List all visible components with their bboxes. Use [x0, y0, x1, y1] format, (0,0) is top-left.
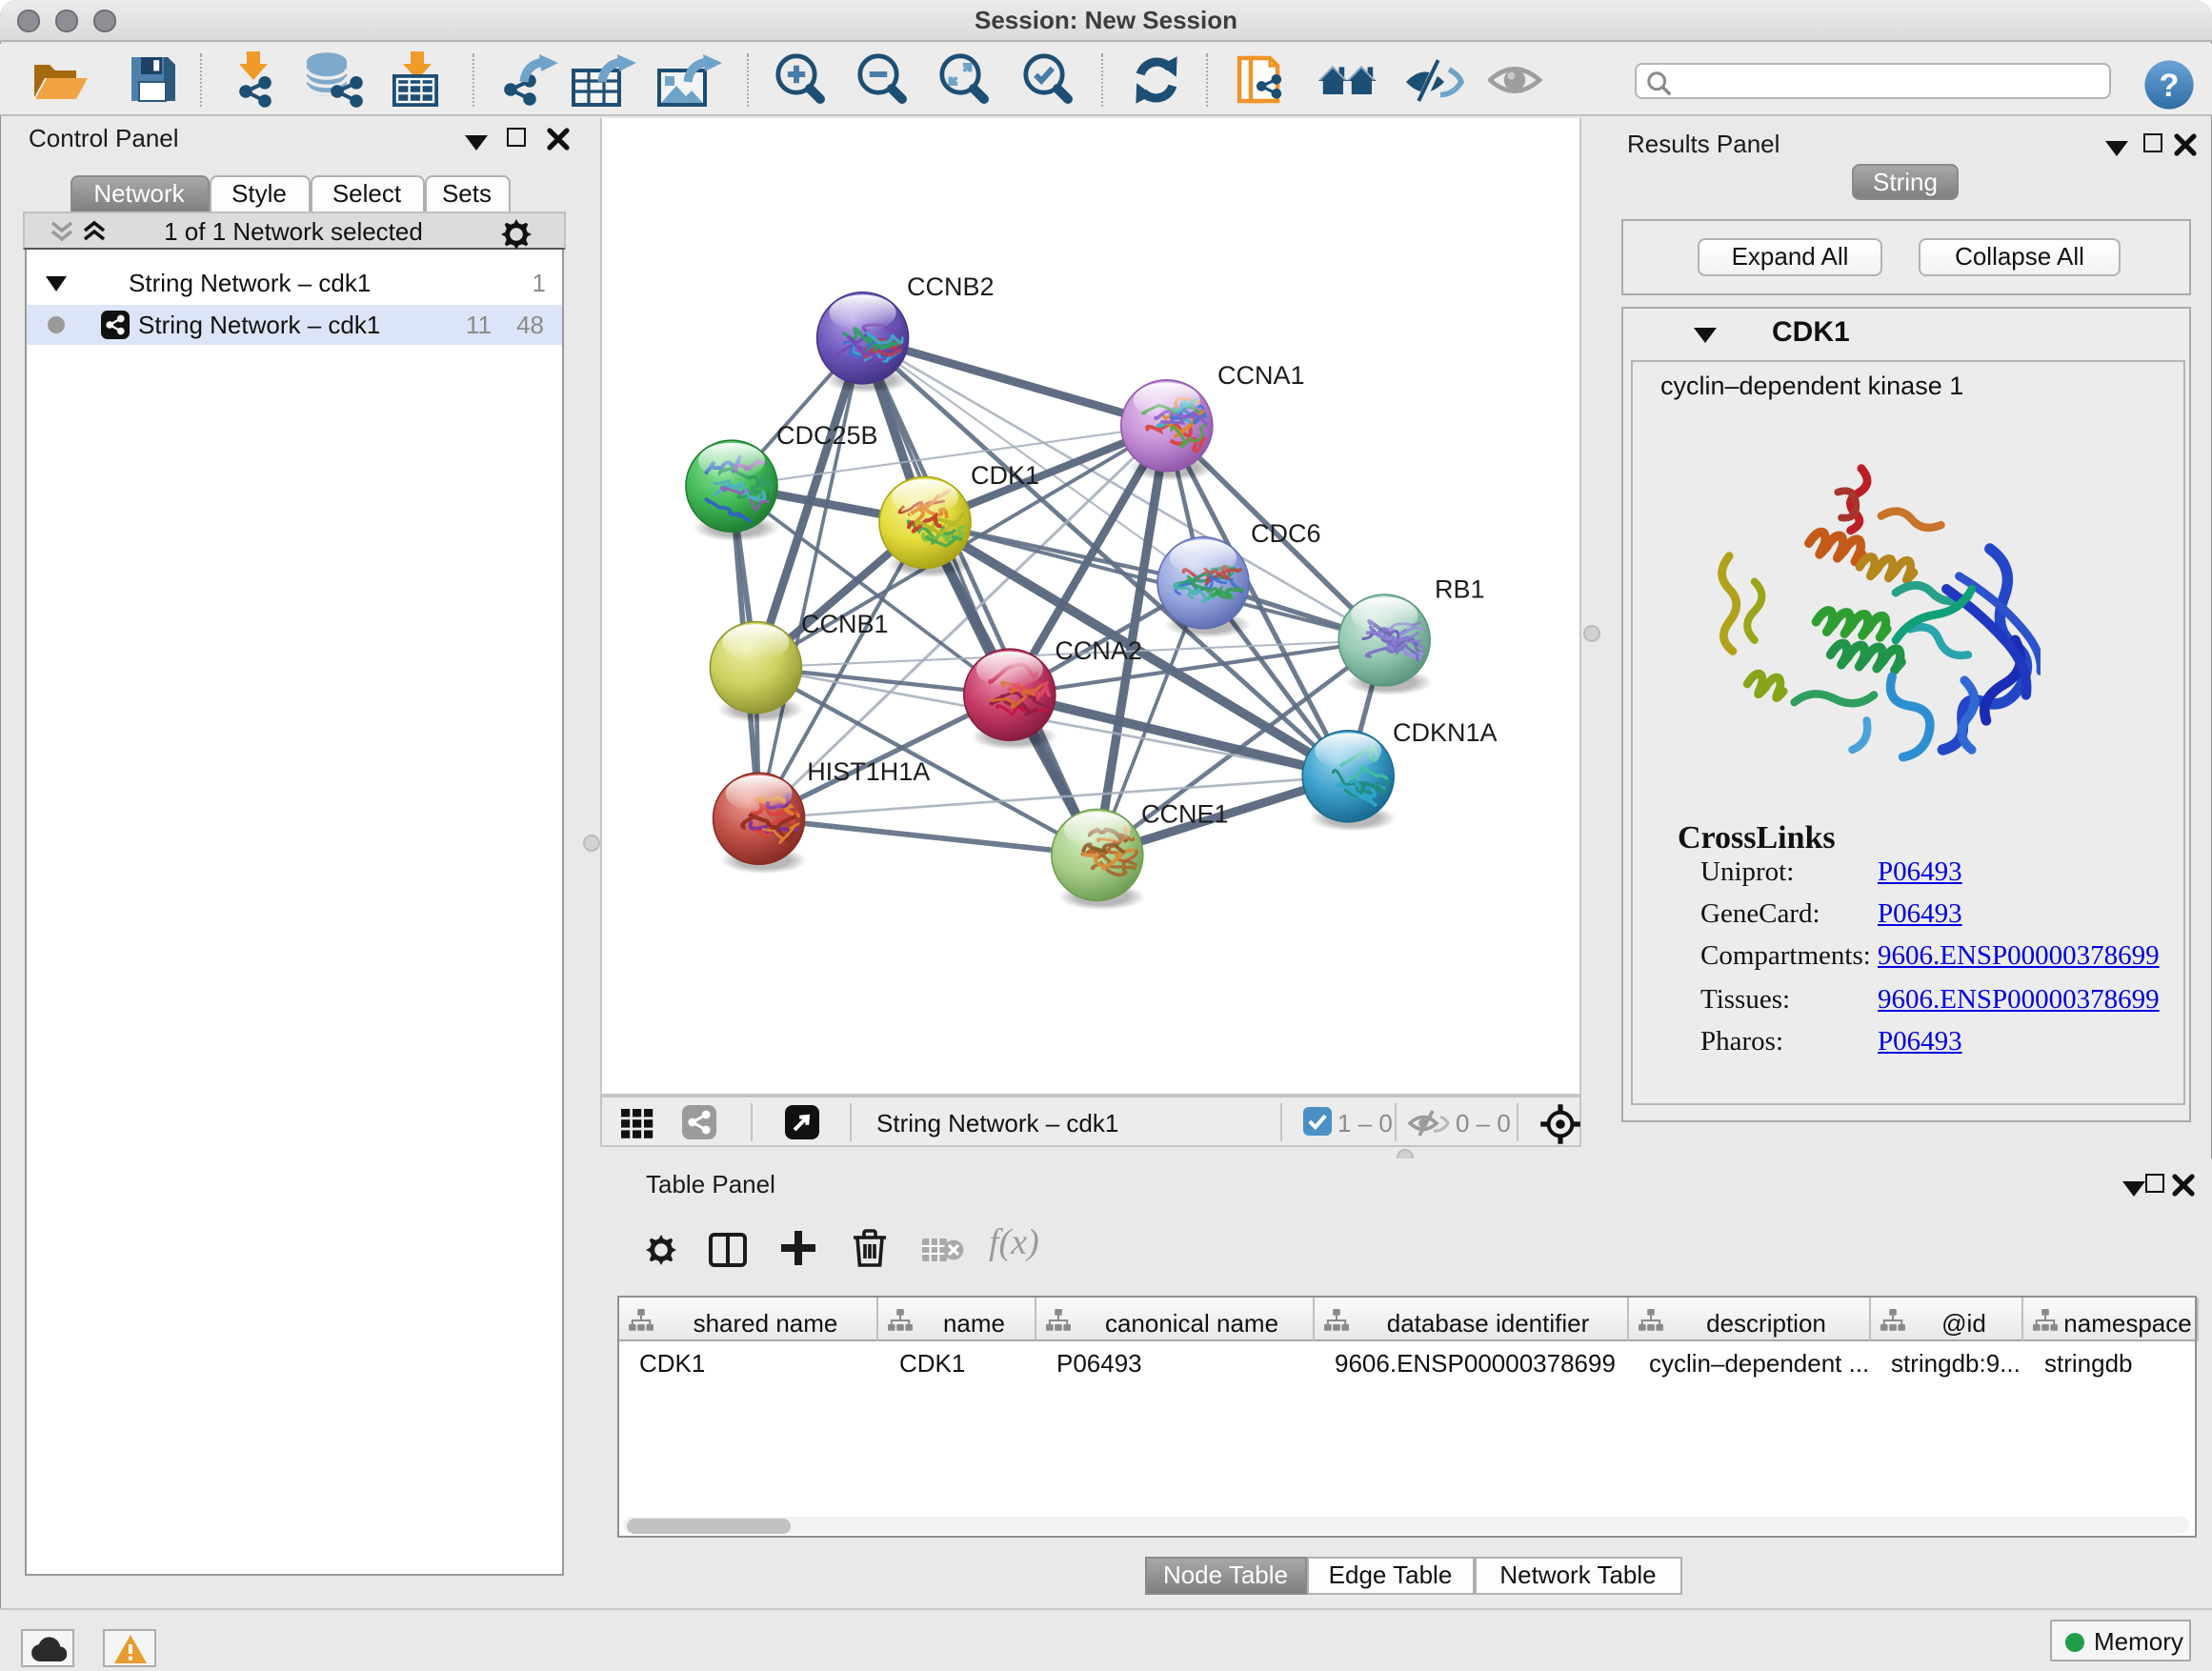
svg-text:CDK1: CDK1	[971, 461, 1039, 490]
svg-text:CDC25B: CDC25B	[776, 421, 878, 450]
svg-text:CCNA2: CCNA2	[1055, 636, 1142, 665]
svg-text:CCNA1: CCNA1	[1217, 361, 1305, 390]
svg-text:CDKN1A: CDKN1A	[1393, 718, 1498, 747]
svg-text:CCNE1: CCNE1	[1141, 800, 1229, 829]
svg-text:?: ?	[2160, 68, 2180, 104]
svg-text:CCNB2: CCNB2	[907, 272, 995, 301]
svg-text:CDC6: CDC6	[1251, 519, 1321, 548]
svg-text:RB1: RB1	[1435, 575, 1485, 604]
svg-text:HIST1H1A: HIST1H1A	[807, 757, 930, 786]
svg-text:CCNB1: CCNB1	[801, 610, 889, 638]
